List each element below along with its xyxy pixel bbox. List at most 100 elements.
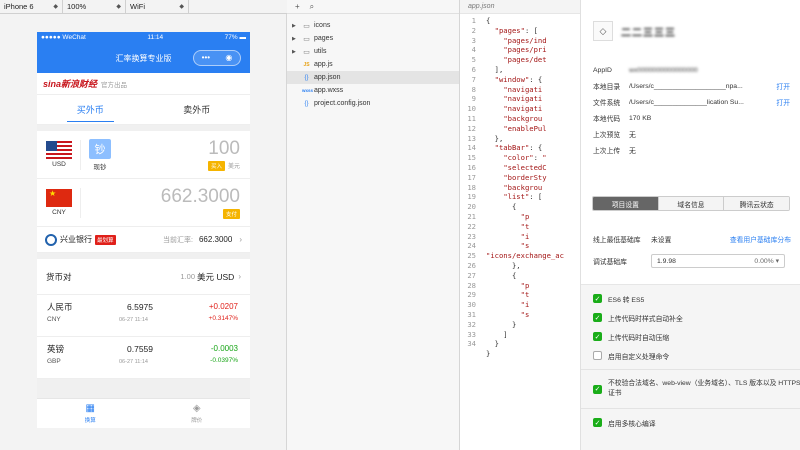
code-line[interactable]: 32 }	[460, 320, 580, 330]
code-line[interactable]: 28 "p	[460, 281, 580, 291]
line-number: 32	[467, 319, 476, 329]
code-line[interactable]: 1{	[460, 16, 580, 26]
open-filesystem-link[interactable]: 打开	[776, 97, 790, 107]
option-autoprefix[interactable]: ✓ 上传代码时样式自动补全	[581, 308, 800, 327]
list-item[interactable]: 英镑 GBP 0.7559 06-27 11:14 -0.0003 -0.039…	[37, 337, 250, 379]
open-local-dir-link[interactable]: 打开	[776, 81, 790, 91]
checkbox[interactable]: ✓	[593, 384, 602, 394]
to-currency-selector[interactable]: CNY	[46, 189, 72, 216]
checkbox[interactable]: ✓	[593, 313, 602, 322]
tree-item-app-wxss[interactable]: wxss app.wxss	[287, 84, 459, 97]
code-line[interactable]: 13 },	[460, 134, 580, 144]
code-line[interactable]: 31 "s	[460, 310, 580, 320]
from-currency-selector[interactable]: USD	[46, 141, 72, 168]
code-line[interactable]: 2 "pages": [	[460, 26, 580, 36]
option-skip-domain-check[interactable]: ✓ 不校验合法域名、web-view（业务域名）、TLS 版本以及 HTTPS 证…	[581, 374, 800, 404]
code-line[interactable]: 30 "i	[460, 300, 580, 310]
checkbox[interactable]: ✓	[593, 418, 602, 427]
code-line[interactable]: 16 "selectedC	[460, 163, 580, 173]
code-line[interactable]: 6 ],	[460, 65, 580, 75]
checkbox[interactable]	[593, 351, 602, 360]
lib-distribution-link[interactable]: 查看用户基础库分布	[730, 234, 791, 244]
code-line[interactable]: 11 "backgrou	[460, 114, 580, 124]
lib-version-select[interactable]: 1.9.98 0.00% ▾	[651, 254, 785, 268]
code-line[interactable]: 20 {	[460, 202, 580, 212]
tab-buy[interactable]: 买外币	[37, 95, 144, 124]
device-select[interactable]: iPhone 6 ◆	[0, 0, 63, 14]
option-multicore[interactable]: ✓ 启用多核心编译	[581, 413, 800, 432]
code-line[interactable]: 33 ]	[460, 330, 580, 340]
from-currency-row[interactable]: USD 钞 现钞 100 买入 美元	[37, 131, 250, 179]
line-number: 33	[467, 329, 476, 339]
cash-toggle[interactable]: 钞 现钞	[89, 138, 111, 171]
tab-domain-info[interactable]: 域名信息	[658, 197, 725, 210]
option-es6[interactable]: ✓ ES6 转 ES5	[581, 289, 800, 308]
currency-pair-header[interactable]: 货币对 1.00 美元 USD ›	[37, 259, 250, 295]
code-line[interactable]: 19 "list": [	[460, 192, 580, 202]
lib-min-value: 未设置	[651, 237, 672, 244]
line-number: 13	[467, 133, 476, 143]
checkbox[interactable]: ✓	[593, 332, 602, 341]
more-icon[interactable]: •••	[202, 54, 210, 62]
option-custom-command[interactable]: 启用自定义处理命令	[581, 346, 800, 365]
code-line[interactable]: 4 "pages/pri	[460, 45, 580, 55]
code-line[interactable]: 24 "s	[460, 241, 580, 251]
tree-item-label: pages	[314, 35, 334, 42]
code-line[interactable]: 22 "t	[460, 222, 580, 232]
code-line[interactable]: }	[460, 349, 580, 359]
capsule-menu[interactable]: ••• ◉	[193, 50, 241, 66]
code-line[interactable]: 29 "t	[460, 290, 580, 300]
code-line[interactable]: 17 "borderSty	[460, 173, 580, 183]
editor-tab[interactable]: app.json	[460, 0, 580, 14]
checkbox[interactable]: ✓	[593, 294, 602, 303]
code-line[interactable]: 18 "backgrou	[460, 183, 580, 193]
code-line[interactable]: 7 "window": {	[460, 75, 580, 85]
code-line[interactable]: 21 "p	[460, 212, 580, 222]
search-icon[interactable]: ⌕	[310, 2, 314, 12]
simulator-pane: ●●●●● WeChat 11:14 77% ▬ 汇率换算专业版 ••• ◉ s…	[0, 14, 287, 450]
code-line[interactable]: 34 }	[460, 339, 580, 349]
code-line[interactable]: 15 "color": "	[460, 153, 580, 163]
divider	[80, 139, 81, 170]
zoom-select[interactable]: 100% ◆	[63, 0, 126, 14]
code-editor[interactable]: app.json 1{2 "pages": [3 "pages/ind 4 "pa…	[460, 0, 580, 450]
tree-item-icons[interactable]: ▶ ▭ icons	[287, 19, 459, 32]
add-icon[interactable]: +	[295, 2, 300, 11]
rate-change: +0.0207	[208, 302, 238, 311]
tree-item-app-json[interactable]: {} app.json	[287, 71, 459, 84]
code-line[interactable]: 3 "pages/ind	[460, 36, 580, 46]
code-line[interactable]: 23 "i	[460, 232, 580, 242]
list-item[interactable]: 人民币 CNY 6.5975 06-27 11:14 +0.0207 +0.31…	[37, 295, 250, 337]
code-text: "pages/pri	[503, 45, 547, 55]
tree-item-app-js[interactable]: JS app.js	[287, 58, 459, 71]
code-text: "tabBar": {	[494, 143, 543, 153]
tree-item-project-config[interactable]: {} project.config.json	[287, 97, 459, 110]
from-amount-value[interactable]: 100	[208, 138, 240, 160]
tab-project-settings[interactable]: 项目设置	[593, 197, 659, 210]
tabbar-item-rates[interactable]: ◈ 牌价	[144, 399, 251, 428]
tabbar-item-convert[interactable]: ▦ 换算	[37, 399, 144, 428]
code-line[interactable]: 26 },	[460, 261, 580, 271]
code-line[interactable]: 5 "pages/det	[460, 55, 580, 65]
tree-item-utils[interactable]: ▶ ▭ utils	[287, 45, 459, 58]
code-line[interactable]: 10 "navigati	[460, 104, 580, 114]
network-select[interactable]: WiFi ◆	[126, 0, 189, 14]
code-line[interactable]: 25 "icons/exchange_ac	[460, 251, 580, 261]
code-line[interactable]: 14 "tabBar": {	[460, 143, 580, 153]
tab-sell[interactable]: 卖外币	[144, 95, 251, 124]
to-currency-row[interactable]: CNY 662.3000 支付	[37, 179, 250, 227]
network-select-value: WiFi	[130, 2, 145, 11]
tree-item-pages[interactable]: ▶ ▭ pages	[287, 32, 459, 45]
code-line[interactable]: 27 {	[460, 271, 580, 281]
option-minify[interactable]: ✓ 上传代码时自动压缩	[581, 327, 800, 346]
close-icon[interactable]: ◉	[225, 54, 232, 62]
line-number: 25	[467, 251, 476, 261]
code-body[interactable]: 1{2 "pages": [3 "pages/ind 4 "pages/pri 5 …	[460, 14, 580, 359]
code-line[interactable]: 8 "navigati	[460, 85, 580, 95]
bank-row[interactable]: 兴业银行 最划算 当前汇率: 662.3000 ›	[37, 227, 250, 253]
tree-item-label: app.js	[314, 61, 333, 68]
code-line[interactable]: 12 "enablePul	[460, 124, 580, 134]
tab-tencent-cloud[interactable]: 腾讯云状态	[724, 197, 789, 210]
from-amount[interactable]: 100 买入 美元	[207, 138, 240, 171]
code-line[interactable]: 9 "navigati	[460, 94, 580, 104]
